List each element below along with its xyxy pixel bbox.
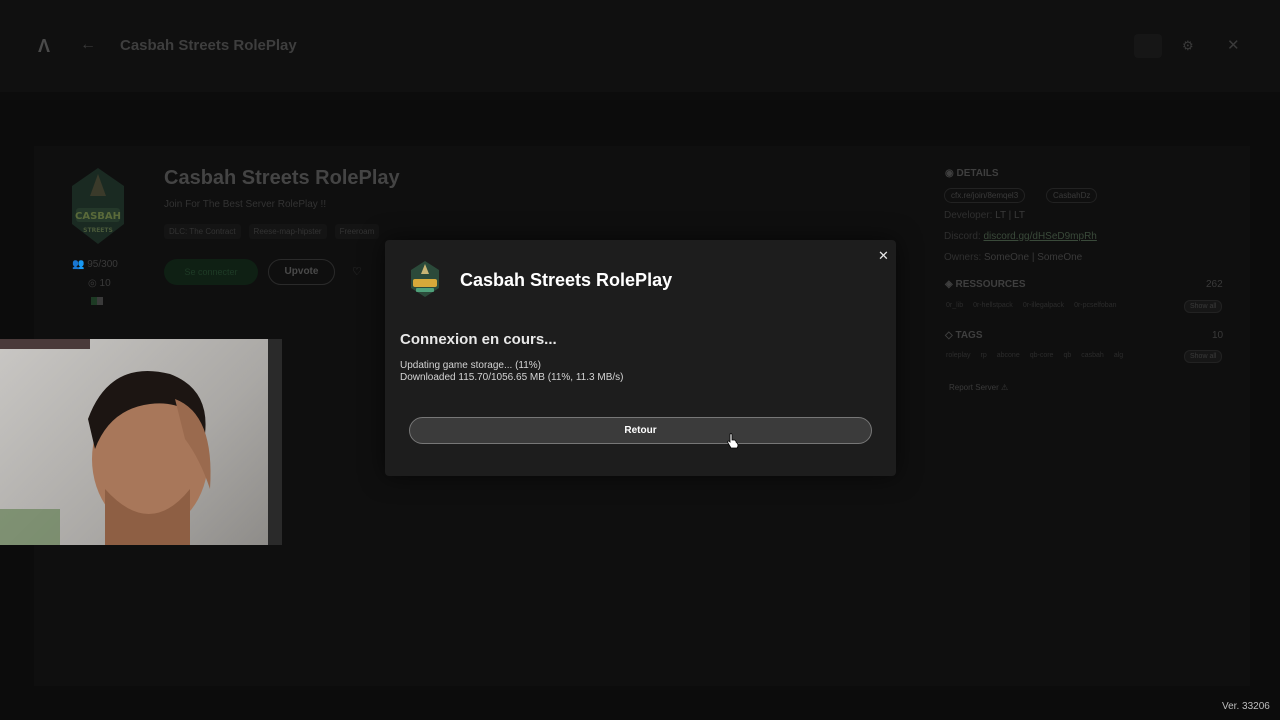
server-tags: DLC: The Contract Reese-map-hipster Free… (164, 224, 380, 239)
tags-count: 10 (1212, 330, 1224, 341)
upvote-button[interactable]: Upvote (268, 259, 335, 285)
resource-item: 0r-illegalpack (1022, 302, 1065, 309)
owners-label: Owners: (944, 252, 982, 263)
resources-heading: ◈ RESSOURCES (945, 279, 1025, 290)
tag-item: rp (980, 352, 987, 359)
tag-item: alg (1113, 352, 1124, 359)
modal-close-icon[interactable]: ✕ (878, 248, 889, 264)
tag-item: abcone (996, 352, 1020, 359)
close-icon[interactable]: ✕ (1227, 36, 1240, 54)
tag-item: qb (1063, 352, 1072, 359)
webcam-person-image (0, 371, 211, 545)
join-link-chip[interactable]: cfx.re/join/8emqel3 (944, 188, 1026, 203)
server-subtitle: Join For The Best Server RolePlay !! (164, 199, 327, 210)
webcam-frame-edge (268, 339, 282, 545)
box-icon: ◈ (945, 279, 956, 290)
window-icon-box[interactable] (1134, 34, 1162, 58)
app-logo-icon[interactable]: Λ (38, 36, 56, 56)
player-count-value: 95/300 (87, 259, 118, 270)
update-progress-text: Updating game storage... (11%) (400, 360, 542, 371)
top-title: Casbah Streets RolePlay (120, 37, 297, 54)
retour-button[interactable]: Retour (409, 417, 872, 444)
webcam-overlay (0, 339, 282, 545)
ping-value: 10 (99, 278, 111, 289)
connect-button[interactable]: Se connecter (164, 259, 258, 285)
server-logo-text: CASBAH (75, 211, 121, 222)
server-logo: CASBAH STREETS (72, 168, 124, 244)
tags-show-all-button[interactable]: Show all (1184, 350, 1223, 363)
player-count: 👥 95/300 (72, 259, 118, 270)
server-tag: Freeroam (334, 224, 380, 239)
owners-row: Owners: SomeOne | SomeOne (944, 252, 1082, 263)
server-title: Casbah Streets RolePlay (164, 167, 400, 189)
resources-list: 0r_lib 0r-hellstpack 0r-illegalpack 0r-p… (946, 302, 1116, 309)
modal-server-logo (411, 261, 439, 297)
country-flag-icon (91, 297, 103, 305)
developer-row: Developer: LT | LT (944, 210, 1025, 221)
owners-value: SomeOne | SomeOne (984, 252, 1083, 263)
resource-item: 0r-hellstpack (973, 302, 1013, 309)
tag-icon: ◇ (945, 330, 956, 341)
tags-heading: ◇ TAGS (945, 330, 983, 341)
details-heading: ◉ DETAILS (945, 168, 999, 179)
report-server-link[interactable]: Report Server ⚠ (949, 383, 1008, 392)
resources-count: 262 (1206, 279, 1223, 290)
resource-item: 0r-pcselfoban (1074, 302, 1117, 309)
version-label: Ver. 33206 (1222, 701, 1270, 712)
report-server-label: Report Server (949, 383, 999, 392)
players-icon: 👥 (72, 259, 88, 270)
tags-list: roleplay rp abcone qb-core qb casbah alg (946, 352, 1123, 359)
server-tag: Reese-map-hipster (248, 224, 327, 239)
tags-heading-label: TAGS (955, 330, 983, 341)
back-button[interactable]: ← (80, 36, 100, 56)
server-logo-subtext: STREETS (83, 227, 113, 234)
discord-label: Discord: (944, 231, 981, 242)
favorite-heart-icon[interactable]: ♡ (352, 265, 362, 278)
warning-icon: ⚠ (1001, 383, 1009, 392)
connection-status: Connexion en cours... (400, 331, 557, 348)
resources-heading-label: RESSOURCES (955, 279, 1026, 290)
eye-icon: ◉ (945, 168, 957, 179)
discord-row: Discord: discord.gg/dHSeD9mpRh (944, 231, 1097, 242)
ping: ◎ 10 (88, 278, 111, 289)
gear-icon[interactable]: ⚙ (1182, 38, 1194, 54)
ping-icon: ◎ (88, 278, 100, 289)
details-heading-label: DETAILS (956, 168, 999, 179)
hand-cursor-icon (727, 433, 739, 449)
server-tag: DLC: The Contract (164, 224, 241, 239)
resources-show-all-button[interactable]: Show all (1184, 300, 1223, 313)
top-bar: Λ ← Casbah Streets RolePlay ⚙ ✕ (0, 0, 1280, 92)
tag-item: roleplay (946, 352, 971, 359)
modal-title: Casbah Streets RolePlay (460, 270, 673, 290)
owner-chip[interactable]: CasbahDz (1046, 188, 1098, 203)
tag-item: casbah (1081, 352, 1104, 359)
developer-label: Developer: (944, 210, 993, 221)
resource-item: 0r_lib (946, 302, 964, 309)
discord-link[interactable]: discord.gg/dHSeD9mpRh (983, 231, 1096, 242)
developer-value: LT | LT (995, 210, 1025, 221)
download-progress-text: Downloaded 115.70/1056.65 MB (11%, 11.3 … (400, 372, 624, 383)
tag-item: qb-core (1029, 352, 1054, 359)
